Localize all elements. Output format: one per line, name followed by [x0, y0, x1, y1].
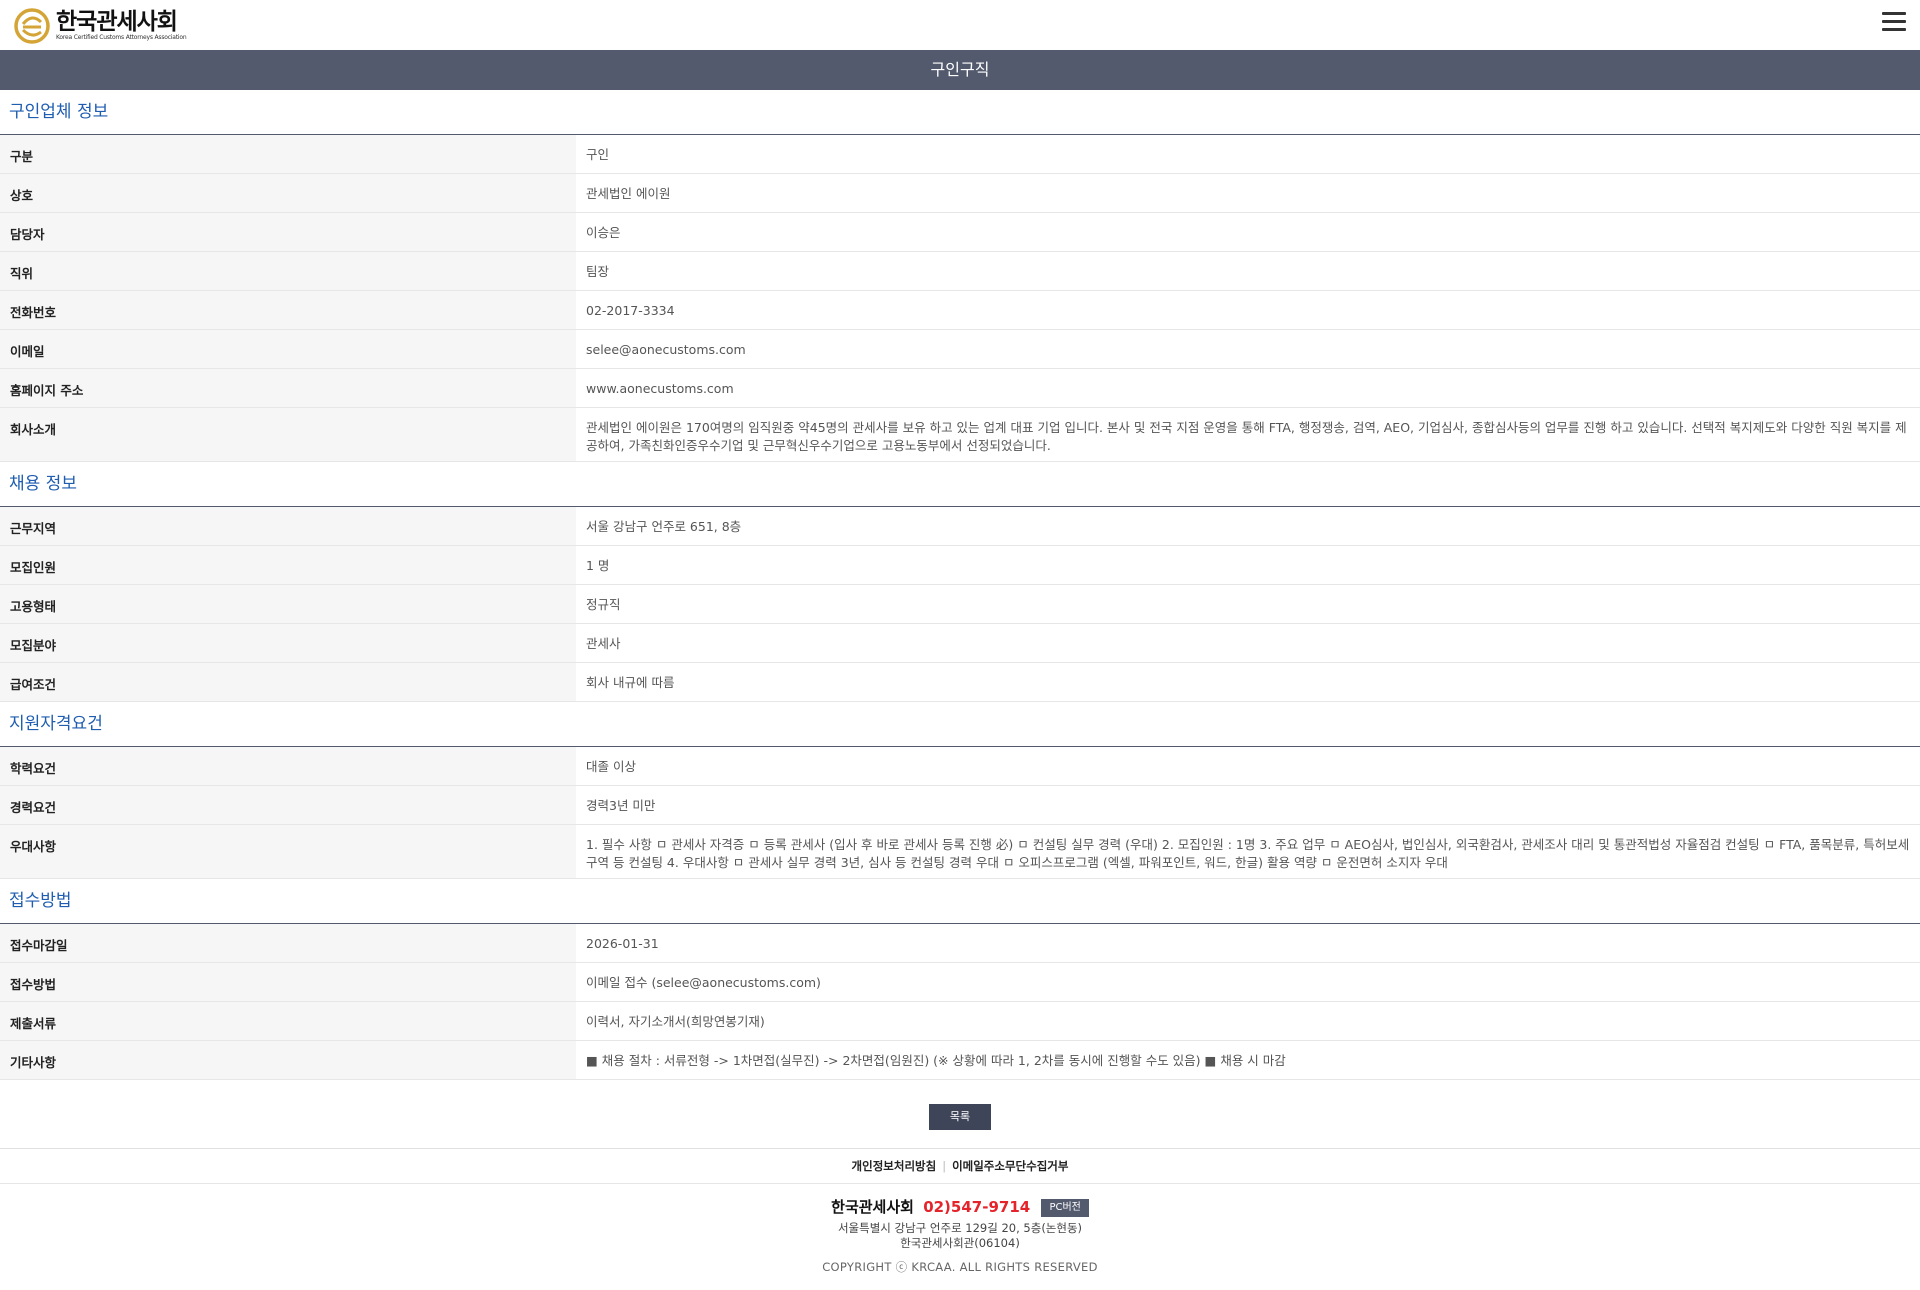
section-title: 지원자격요건: [0, 702, 1920, 747]
hamburger-menu-icon[interactable]: [1882, 12, 1906, 34]
logo-korean-name: 한국관세사회: [56, 9, 178, 35]
krcaa-logo-icon: [14, 8, 50, 44]
row-label: 급여조건: [0, 662, 576, 702]
table-row: 구분 구인: [0, 135, 1920, 174]
row-value: 대졸 이상: [576, 747, 1920, 786]
row-label: 이메일: [0, 329, 576, 369]
table-row: 전화번호 02-2017-3334: [0, 290, 1920, 330]
row-value: 1 명: [576, 545, 1920, 585]
row-label: 모집인원: [0, 545, 576, 585]
table-row: 고용형태 정규직: [0, 584, 1920, 624]
footer-links: 개인정보처리방침 | 이메일주소무단수집거부: [0, 1149, 1920, 1184]
table-row: 우대사항 1. 필수 사항 ㅁ 관세사 자격증 ㅁ 등록 관세사 (입사 후 바로…: [0, 824, 1920, 879]
row-label: 접수마감일: [0, 924, 576, 963]
info-table: 접수마감일 2026-01-31 접수방법 이메일 접수 (selee@aonecus…: [0, 924, 1920, 1080]
footer-copyright: COPYRIGHT ⓒ KRCAA. ALL RIGHTS RESERVED: [822, 1260, 1098, 1274]
table-row: 이메일 selee@aonecustoms.com: [0, 329, 1920, 369]
row-label: 제출서류: [0, 1001, 576, 1041]
row-value: ■ 채용 절차 : 서류전형 -> 1차면접(실무진) -> 2차면접(임원진)…: [576, 1040, 1920, 1080]
row-label: 모집분야: [0, 623, 576, 663]
info-table: 학력요건 대졸 이상 경력요건 경력3년 미만 우대사항 1. 필수 사항 ㅁ 관세사 자…: [0, 747, 1920, 879]
email-collection-refusal-link[interactable]: 이메일주소무단수집거부: [952, 1159, 1068, 1173]
table-row: 학력요건 대졸 이상: [0, 747, 1920, 786]
footer-address: 서울특별시 강남구 언주로 129길 20, 5층(논현동) 한국관세사회관(0…: [0, 1221, 1920, 1251]
pc-version-button[interactable]: PC버전: [1041, 1198, 1089, 1217]
row-value: 이메일 접수 (selee@aonecustoms.com): [576, 962, 1920, 1002]
row-label: 담당자: [0, 212, 576, 252]
row-label: 접수방법: [0, 962, 576, 1002]
row-value: 서울 강남구 언주로 651, 8층: [576, 507, 1920, 546]
logo-text: 한국관세사회 Korea Certified Customs Attorneys…: [56, 9, 187, 42]
button-area: 목록: [0, 1080, 1920, 1149]
row-value: 경력3년 미만: [576, 785, 1920, 825]
table-row: 모집인원 1 명: [0, 545, 1920, 585]
privacy-policy-link[interactable]: 개인정보처리방침: [852, 1159, 937, 1173]
footer-address-line1: 서울특별시 강남구 언주로 129길 20, 5층(논현동): [837, 1221, 1083, 1235]
row-value: 회사 내규에 따름: [576, 662, 1920, 702]
row-label: 경력요건: [0, 785, 576, 825]
row-value: 관세법인 에이원: [576, 173, 1920, 213]
row-label: 홈페이지 주소: [0, 368, 576, 408]
table-row: 급여조건 회사 내규에 따름: [0, 662, 1920, 702]
row-value: selee@aonecustoms.com: [576, 329, 1920, 369]
footer-org-name: 한국관세사회: [831, 1198, 914, 1216]
row-label: 전화번호: [0, 290, 576, 330]
row-label: 우대사항: [0, 824, 576, 879]
row-label: 근무지역: [0, 507, 576, 546]
site-header: 한국관세사회 Korea Certified Customs Attorneys…: [0, 0, 1920, 50]
table-row: 회사소개 관세법인 에이원은 170여명의 임직원중 약45명의 관세사를 보유 …: [0, 407, 1920, 462]
footer-phone: 02)547-9714: [923, 1198, 1031, 1216]
row-value: 1. 필수 사항 ㅁ 관세사 자격증 ㅁ 등록 관세사 (입사 후 바로 관세사…: [576, 824, 1920, 879]
row-value: www.aonecustoms.com: [576, 368, 1920, 408]
row-value: 구인: [576, 135, 1920, 174]
row-value: 2026-01-31: [576, 924, 1920, 963]
table-row: 접수마감일 2026-01-31: [0, 924, 1920, 963]
info-table: 근무지역 서울 강남구 언주로 651, 8층 모집인원 1 명 고용형태 정규직 모집분야…: [0, 507, 1920, 702]
table-row: 제출서류 이력서, 자기소개서(희망연봉기재): [0, 1001, 1920, 1041]
row-value: 관세법인 에이원은 170여명의 임직원중 약45명의 관세사를 보유 하고 있…: [576, 407, 1920, 462]
table-row: 담당자 이승은: [0, 212, 1920, 252]
job-detail-sections: 구인업체 정보 구분 구인 상호 관세법인 에이원 담당자 이승은 직위 팀장 전화번호 02-20…: [0, 90, 1920, 1080]
row-value: 이승은: [576, 212, 1920, 252]
table-row: 상호 관세법인 에이원: [0, 173, 1920, 213]
footer-link-separator: |: [942, 1159, 947, 1173]
row-label: 구분: [0, 135, 576, 174]
table-row: 직위 팀장: [0, 251, 1920, 291]
row-value: 이력서, 자기소개서(희망연봉기재): [576, 1001, 1920, 1041]
table-row: 근무지역 서울 강남구 언주로 651, 8층: [0, 507, 1920, 546]
table-row: 기타사항 ■ 채용 절차 : 서류전형 -> 1차면접(실무진) -> 2차면접(…: [0, 1040, 1920, 1080]
row-label: 상호: [0, 173, 576, 213]
row-label: 회사소개: [0, 407, 576, 462]
row-value: 팀장: [576, 251, 1920, 291]
page-title: 구인구직: [0, 50, 1920, 90]
section-title: 구인업체 정보: [0, 90, 1920, 135]
logo-english-name: Korea Certified Customs Attorneys Associ…: [56, 34, 187, 41]
row-label: 학력요건: [0, 747, 576, 786]
site-logo[interactable]: 한국관세사회 Korea Certified Customs Attorneys…: [14, 8, 187, 44]
info-table: 구분 구인 상호 관세법인 에이원 담당자 이승은 직위 팀장 전화번호 02-2017-3334…: [0, 135, 1920, 462]
table-row: 모집분야 관세사: [0, 623, 1920, 663]
table-row: 홈페이지 주소 www.aonecustoms.com: [0, 368, 1920, 408]
footer-organization: 한국관세사회 02)547-9714 PC버전: [0, 1196, 1920, 1217]
footer-address-line2: 한국관세사회관(06104): [900, 1236, 1020, 1250]
row-label: 기타사항: [0, 1040, 576, 1080]
table-row: 접수방법 이메일 접수 (selee@aonecustoms.com): [0, 962, 1920, 1002]
row-label: 고용형태: [0, 584, 576, 624]
list-button[interactable]: 목록: [929, 1104, 991, 1130]
row-value: 정규직: [576, 584, 1920, 624]
row-value: 관세사: [576, 623, 1920, 663]
section-title: 접수방법: [0, 879, 1920, 924]
section-title: 채용 정보: [0, 462, 1920, 507]
table-row: 경력요건 경력3년 미만: [0, 785, 1920, 825]
row-label: 직위: [0, 251, 576, 291]
row-value: 02-2017-3334: [576, 290, 1920, 330]
